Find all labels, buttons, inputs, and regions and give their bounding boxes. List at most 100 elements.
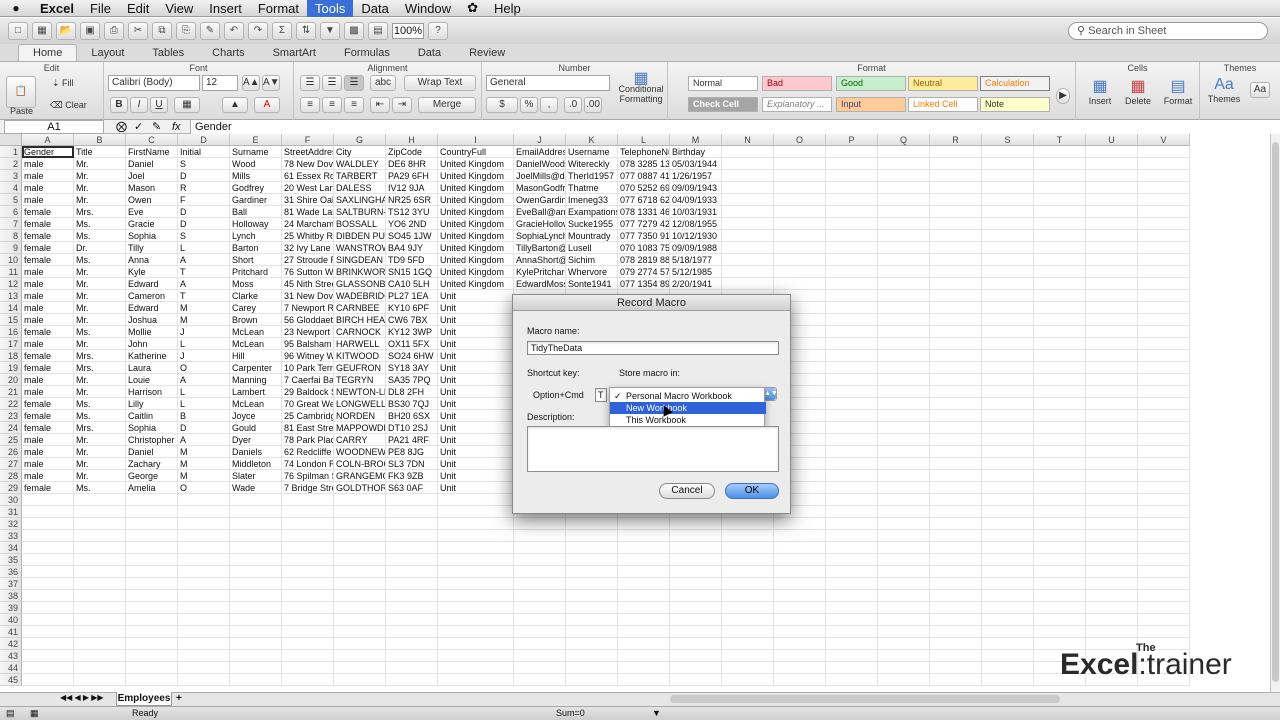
- font-size-select[interactable]: 12: [202, 75, 238, 91]
- table-cell[interactable]: [826, 662, 878, 674]
- table-cell[interactable]: LONGWELL C: [334, 398, 386, 410]
- row-header[interactable]: 15: [0, 314, 22, 326]
- row-header[interactable]: 40: [0, 614, 22, 626]
- table-cell[interactable]: [982, 614, 1034, 626]
- table-cell[interactable]: [438, 542, 514, 554]
- table-cell[interactable]: [618, 518, 670, 530]
- table-cell[interactable]: CARNOCK: [334, 326, 386, 338]
- table-cell[interactable]: Mr.: [74, 470, 126, 482]
- table-cell[interactable]: SN15 1GQ: [386, 266, 438, 278]
- table-cell[interactable]: United Kingdom: [438, 182, 514, 194]
- style-linked-cell[interactable]: Linked Cell: [908, 97, 978, 112]
- table-cell[interactable]: [1034, 542, 1086, 554]
- table-cell[interactable]: [1138, 170, 1190, 182]
- table-cell[interactable]: [878, 338, 930, 350]
- table-cell[interactable]: [878, 434, 930, 446]
- table-cell[interactable]: [722, 218, 774, 230]
- table-cell[interactable]: [1086, 470, 1138, 482]
- table-cell[interactable]: GEUFRON: [334, 362, 386, 374]
- table-cell[interactable]: [334, 530, 386, 542]
- table-cell[interactable]: [774, 530, 826, 542]
- table-cell[interactable]: female: [22, 254, 74, 266]
- table-cell[interactable]: [1138, 290, 1190, 302]
- table-cell[interactable]: [1138, 578, 1190, 590]
- table-cell[interactable]: [1034, 554, 1086, 566]
- table-cell[interactable]: [386, 590, 438, 602]
- table-cell[interactable]: [22, 542, 74, 554]
- table-cell[interactable]: T: [178, 266, 230, 278]
- table-cell[interactable]: [22, 518, 74, 530]
- table-cell[interactable]: female: [22, 206, 74, 218]
- table-cell[interactable]: [878, 314, 930, 326]
- table-cell[interactable]: [618, 566, 670, 578]
- table-cell[interactable]: [774, 182, 826, 194]
- row-header[interactable]: 43: [0, 650, 22, 662]
- table-cell[interactable]: [930, 194, 982, 206]
- table-cell[interactable]: male: [22, 446, 74, 458]
- table-cell[interactable]: [1138, 326, 1190, 338]
- table-cell[interactable]: [566, 638, 618, 650]
- table-cell[interactable]: [722, 578, 774, 590]
- table-cell[interactable]: [670, 602, 722, 614]
- table-cell[interactable]: [826, 482, 878, 494]
- table-cell[interactable]: [878, 446, 930, 458]
- table-cell[interactable]: [826, 506, 878, 518]
- table-cell[interactable]: DL8 2FH: [386, 386, 438, 398]
- table-cell[interactable]: [826, 446, 878, 458]
- table-cell[interactable]: GOLDTHORP: [334, 482, 386, 494]
- table-cell[interactable]: [1138, 530, 1190, 542]
- currency-icon[interactable]: $: [486, 97, 518, 113]
- table-cell[interactable]: [722, 206, 774, 218]
- description-textarea[interactable]: [527, 426, 779, 472]
- table-cell[interactable]: [438, 650, 514, 662]
- table-cell[interactable]: Godfrey: [230, 182, 282, 194]
- table-cell[interactable]: [722, 638, 774, 650]
- table-cell[interactable]: [982, 158, 1034, 170]
- table-cell[interactable]: M: [178, 470, 230, 482]
- table-cell[interactable]: [282, 602, 334, 614]
- table-cell[interactable]: [1138, 602, 1190, 614]
- table-cell[interactable]: Whervore: [566, 266, 618, 278]
- row-header[interactable]: 25: [0, 434, 22, 446]
- row-header[interactable]: 33: [0, 530, 22, 542]
- table-cell[interactable]: [878, 170, 930, 182]
- decrease-font-icon[interactable]: A▼: [262, 75, 280, 91]
- table-cell[interactable]: [230, 614, 282, 626]
- table-cell[interactable]: Ms.: [74, 254, 126, 266]
- table-cell[interactable]: [1086, 158, 1138, 170]
- table-cell[interactable]: Mr.: [74, 170, 126, 182]
- table-cell[interactable]: [230, 650, 282, 662]
- table-cell[interactable]: BOSSALL: [334, 218, 386, 230]
- table-cell[interactable]: 56 Gloddaeth Street: [282, 314, 334, 326]
- table-cell[interactable]: NORDEN: [334, 410, 386, 422]
- horizontal-scroll-thumb[interactable]: [670, 695, 1060, 703]
- table-cell[interactable]: [1086, 398, 1138, 410]
- table-cell[interactable]: [1086, 194, 1138, 206]
- row-header[interactable]: 44: [0, 662, 22, 674]
- table-cell[interactable]: [1086, 170, 1138, 182]
- table-cell[interactable]: [178, 554, 230, 566]
- table-cell[interactable]: [982, 254, 1034, 266]
- table-cell[interactable]: [982, 494, 1034, 506]
- table-cell[interactable]: [982, 242, 1034, 254]
- table-cell[interactable]: [386, 626, 438, 638]
- table-cell[interactable]: TelephoneNu: [618, 146, 670, 158]
- table-cell[interactable]: [282, 614, 334, 626]
- table-cell[interactable]: [930, 458, 982, 470]
- table-cell[interactable]: [74, 638, 126, 650]
- table-cell[interactable]: [230, 506, 282, 518]
- table-cell[interactable]: EdwardMoss: [514, 278, 566, 290]
- table-cell[interactable]: [1086, 206, 1138, 218]
- table-cell[interactable]: [386, 518, 438, 530]
- table-cell[interactable]: Mountrady: [566, 230, 618, 242]
- table-cell[interactable]: [930, 530, 982, 542]
- table-cell[interactable]: 29 Baldock Street: [282, 386, 334, 398]
- table-cell[interactable]: FK3 9ZB: [386, 470, 438, 482]
- table-cell[interactable]: [178, 530, 230, 542]
- table-cell[interactable]: [230, 674, 282, 686]
- table-cell[interactable]: [618, 614, 670, 626]
- table-cell[interactable]: M: [178, 302, 230, 314]
- table-cell[interactable]: [878, 554, 930, 566]
- table-cell[interactable]: 95 Balsham Road: [282, 338, 334, 350]
- table-cell[interactable]: [1086, 422, 1138, 434]
